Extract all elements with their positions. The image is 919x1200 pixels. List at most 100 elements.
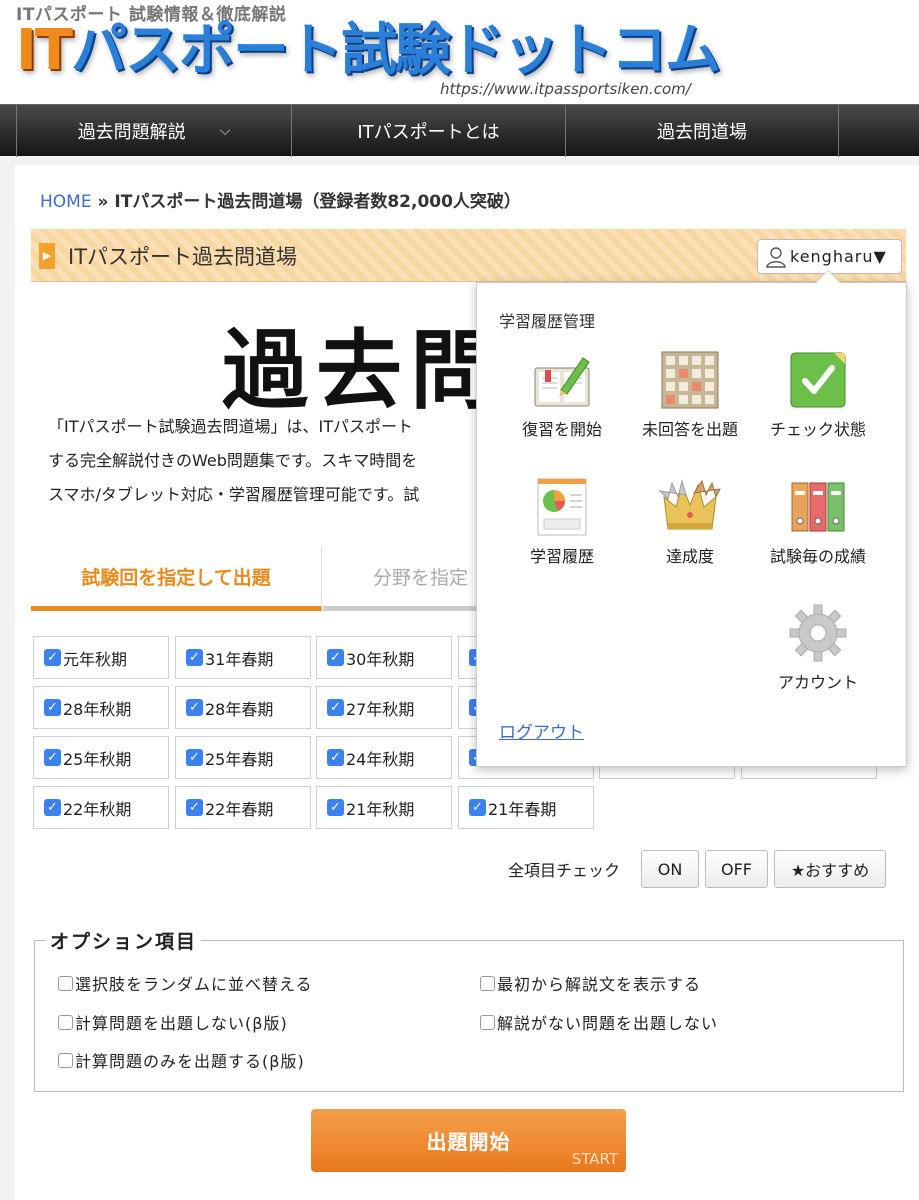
nav-about-itpassport[interactable]: ITパスポートとは xyxy=(291,105,565,157)
checkbox-unchecked-icon[interactable] xyxy=(58,1014,73,1030)
exam-checkbox[interactable]: ✓ 27年秋期 xyxy=(316,686,452,729)
exam-checkbox[interactable]: ✓ 21年秋期 xyxy=(316,786,452,829)
main-nav: 過去問題解説 ⌵ ITパスポートとは 過去問道場 xyxy=(0,104,919,157)
option-show-explanation[interactable]: 最初から解説文を表示する xyxy=(480,971,701,995)
exam-checkbox[interactable]: ✓ 30年秋期 xyxy=(316,636,452,679)
section-marker-icon: ▶ xyxy=(39,243,55,269)
menu-item-review[interactable]: 復習を開始 xyxy=(497,350,627,440)
recommend-button[interactable]: ★おすすめ xyxy=(774,850,886,888)
chevron-down-icon: ⌵ xyxy=(219,123,231,139)
checkbox-checked-icon: ✓ xyxy=(186,699,203,716)
menu-item-unanswered[interactable]: 未回答を出題 xyxy=(625,350,755,440)
option-label: 解説がない問題を出題しない xyxy=(497,1014,719,1033)
gear-icon xyxy=(789,604,847,662)
exam-checkbox[interactable]: ✓ 28年春期 xyxy=(175,686,311,729)
intro-line: スマホ/タブレット対応・学習履歴管理可能です。試 xyxy=(48,485,420,504)
exam-label: 元年秋期 xyxy=(63,649,128,669)
start-button[interactable]: 出題開始 START xyxy=(311,1109,626,1172)
exam-checkbox[interactable]: ✓ 25年秋期 xyxy=(33,736,169,779)
crown-icon xyxy=(658,479,721,530)
exam-label: 21年秋期 xyxy=(346,799,415,819)
menu-item-achievement[interactable]: 達成度 xyxy=(625,477,755,567)
menu-item-label: 試験毎の成績 xyxy=(769,547,866,566)
tab-by-field[interactable]: 分野を指定 xyxy=(323,546,476,611)
menu-item-label: 達成度 xyxy=(665,547,714,566)
nav-dojo-label: 過去問道場 xyxy=(657,122,747,143)
option-only-calculation[interactable]: 計算問題のみを出題する(β版) xyxy=(58,1048,305,1072)
checkbox-unchecked-icon[interactable] xyxy=(480,975,495,991)
intro-line: する完全解説付きのWeb問題集です。スキマ時間を xyxy=(48,451,418,470)
exam-checkbox[interactable]: ✓ 22年秋期 xyxy=(33,786,169,829)
site-logo[interactable]: ITパスポート試験ドットコム xyxy=(16,18,721,84)
options-legend: オプション項目 xyxy=(46,927,202,954)
exam-label: 21年春期 xyxy=(488,799,557,819)
checkbox-checked-icon: ✓ xyxy=(327,749,344,766)
nav-dojo[interactable]: 過去問道場 xyxy=(565,105,839,157)
user-menu-button[interactable]: kengharu▼ xyxy=(757,239,902,274)
exam-checkbox[interactable]: ✓ 28年秋期 xyxy=(33,686,169,729)
checkbox-unchecked-icon[interactable] xyxy=(58,975,73,991)
start-button-label: 出題開始 xyxy=(426,1130,511,1154)
nav-about-label: ITパスポートとは xyxy=(357,122,500,143)
checkbox-checked-icon: ✓ xyxy=(327,799,344,816)
checkbox-checked-icon: ✓ xyxy=(186,749,203,766)
nav-past-questions-label: 過去問題解説 xyxy=(77,122,186,143)
check-all-on-button[interactable]: ON xyxy=(641,850,699,888)
breadcrumb-separator: » xyxy=(97,192,109,212)
menu-item-account[interactable]: アカウント xyxy=(753,603,883,693)
option-no-calculation[interactable]: 計算問題を出題しない(β版) xyxy=(58,1010,288,1034)
exam-checkbox[interactable]: ✓ 24年秋期 xyxy=(316,736,452,779)
section-bar: ▶ ITパスポート過去問道場 kengharu▼ xyxy=(31,229,906,282)
menu-item-label: 復習を開始 xyxy=(521,420,602,439)
exam-checkbox[interactable]: ✓ 25年春期 xyxy=(175,736,311,779)
breadcrumb-home[interactable]: HOME xyxy=(40,192,92,212)
intro-line: 「ITパスポート試験過去問道場」は、ITパスポート xyxy=(48,417,413,436)
menu-item-label: 学習履歴 xyxy=(529,547,594,566)
exam-label: 27年秋期 xyxy=(346,699,415,719)
dropdown-caret xyxy=(816,271,840,283)
exam-label: 22年春期 xyxy=(205,799,274,819)
nav-past-questions[interactable]: 過去問題解説 ⌵ xyxy=(16,105,291,157)
option-label: 計算問題を出題しない(β版) xyxy=(75,1014,288,1033)
logo-it: IT xyxy=(16,18,73,83)
logo-text: パスポート試験ドットコム xyxy=(71,18,721,83)
menu-item-check-status[interactable]: チェック状態 xyxy=(753,350,883,440)
checkbox-checked-icon: ✓ xyxy=(44,749,61,766)
user-name: kengharu▼ xyxy=(790,247,887,266)
site-url: https://www.itpassportsiken.com/ xyxy=(440,80,691,98)
option-label: 選択肢をランダムに並べ替える xyxy=(75,975,313,994)
checkbox-unchecked-icon[interactable] xyxy=(58,1052,73,1068)
exam-label: 22年秋期 xyxy=(63,799,132,819)
check-all-off-button[interactable]: OFF xyxy=(705,850,768,888)
exam-checkbox[interactable]: ✓ 元年秋期 xyxy=(33,636,169,679)
start-button-sub: START xyxy=(571,1150,618,1168)
exam-label: 28年春期 xyxy=(205,699,274,719)
section-title: ITパスポート過去問道場 xyxy=(68,245,298,269)
hero-title: 過去問 xyxy=(222,320,476,421)
question-mode-tabs: 試験回を指定して出題 分野を指定 xyxy=(31,546,476,611)
checkbox-checked-icon: ✓ xyxy=(44,799,61,816)
check-all-label: 全項目チェック xyxy=(508,861,621,880)
menu-item-label: 未回答を出題 xyxy=(641,420,738,439)
user-icon xyxy=(766,246,786,268)
option-no-unexplained[interactable]: 解説がない問題を出題しない xyxy=(480,1010,718,1034)
exam-label: 25年秋期 xyxy=(63,749,132,769)
binders-icon xyxy=(791,482,845,532)
breadcrumb-current: ITパスポート過去問道場（登録者数82,000人突破） xyxy=(114,192,521,212)
option-random-choices[interactable]: 選択肢をランダムに並べ替える xyxy=(58,971,313,995)
exam-label: 28年秋期 xyxy=(63,699,132,719)
exam-checkbox[interactable]: ✓ 22年春期 xyxy=(175,786,311,829)
pie-report-icon xyxy=(537,478,587,536)
checkbox-unchecked-icon[interactable] xyxy=(480,1014,495,1030)
option-label: 最初から解説文を表示する xyxy=(497,975,702,994)
intro-text: 「ITパスポート試験過去問道場」は、ITパスポート する完全解説付きのWeb問題… xyxy=(48,410,478,512)
exam-checkbox[interactable]: ✓ 31年春期 xyxy=(175,636,311,679)
menu-item-label: チェック状態 xyxy=(769,420,866,439)
exam-checkbox[interactable]: ✓ 21年春期 xyxy=(458,786,594,829)
logout-link[interactable]: ログアウト xyxy=(499,718,584,743)
menu-item-exam-results[interactable]: 試験毎の成績 xyxy=(753,477,883,567)
grid-icon xyxy=(661,351,719,409)
tab-by-exam[interactable]: 試験回を指定して出題 xyxy=(31,546,322,611)
option-label: 計算問題のみを出題する(β版) xyxy=(75,1052,305,1071)
menu-item-history[interactable]: 学習履歴 xyxy=(497,477,627,567)
